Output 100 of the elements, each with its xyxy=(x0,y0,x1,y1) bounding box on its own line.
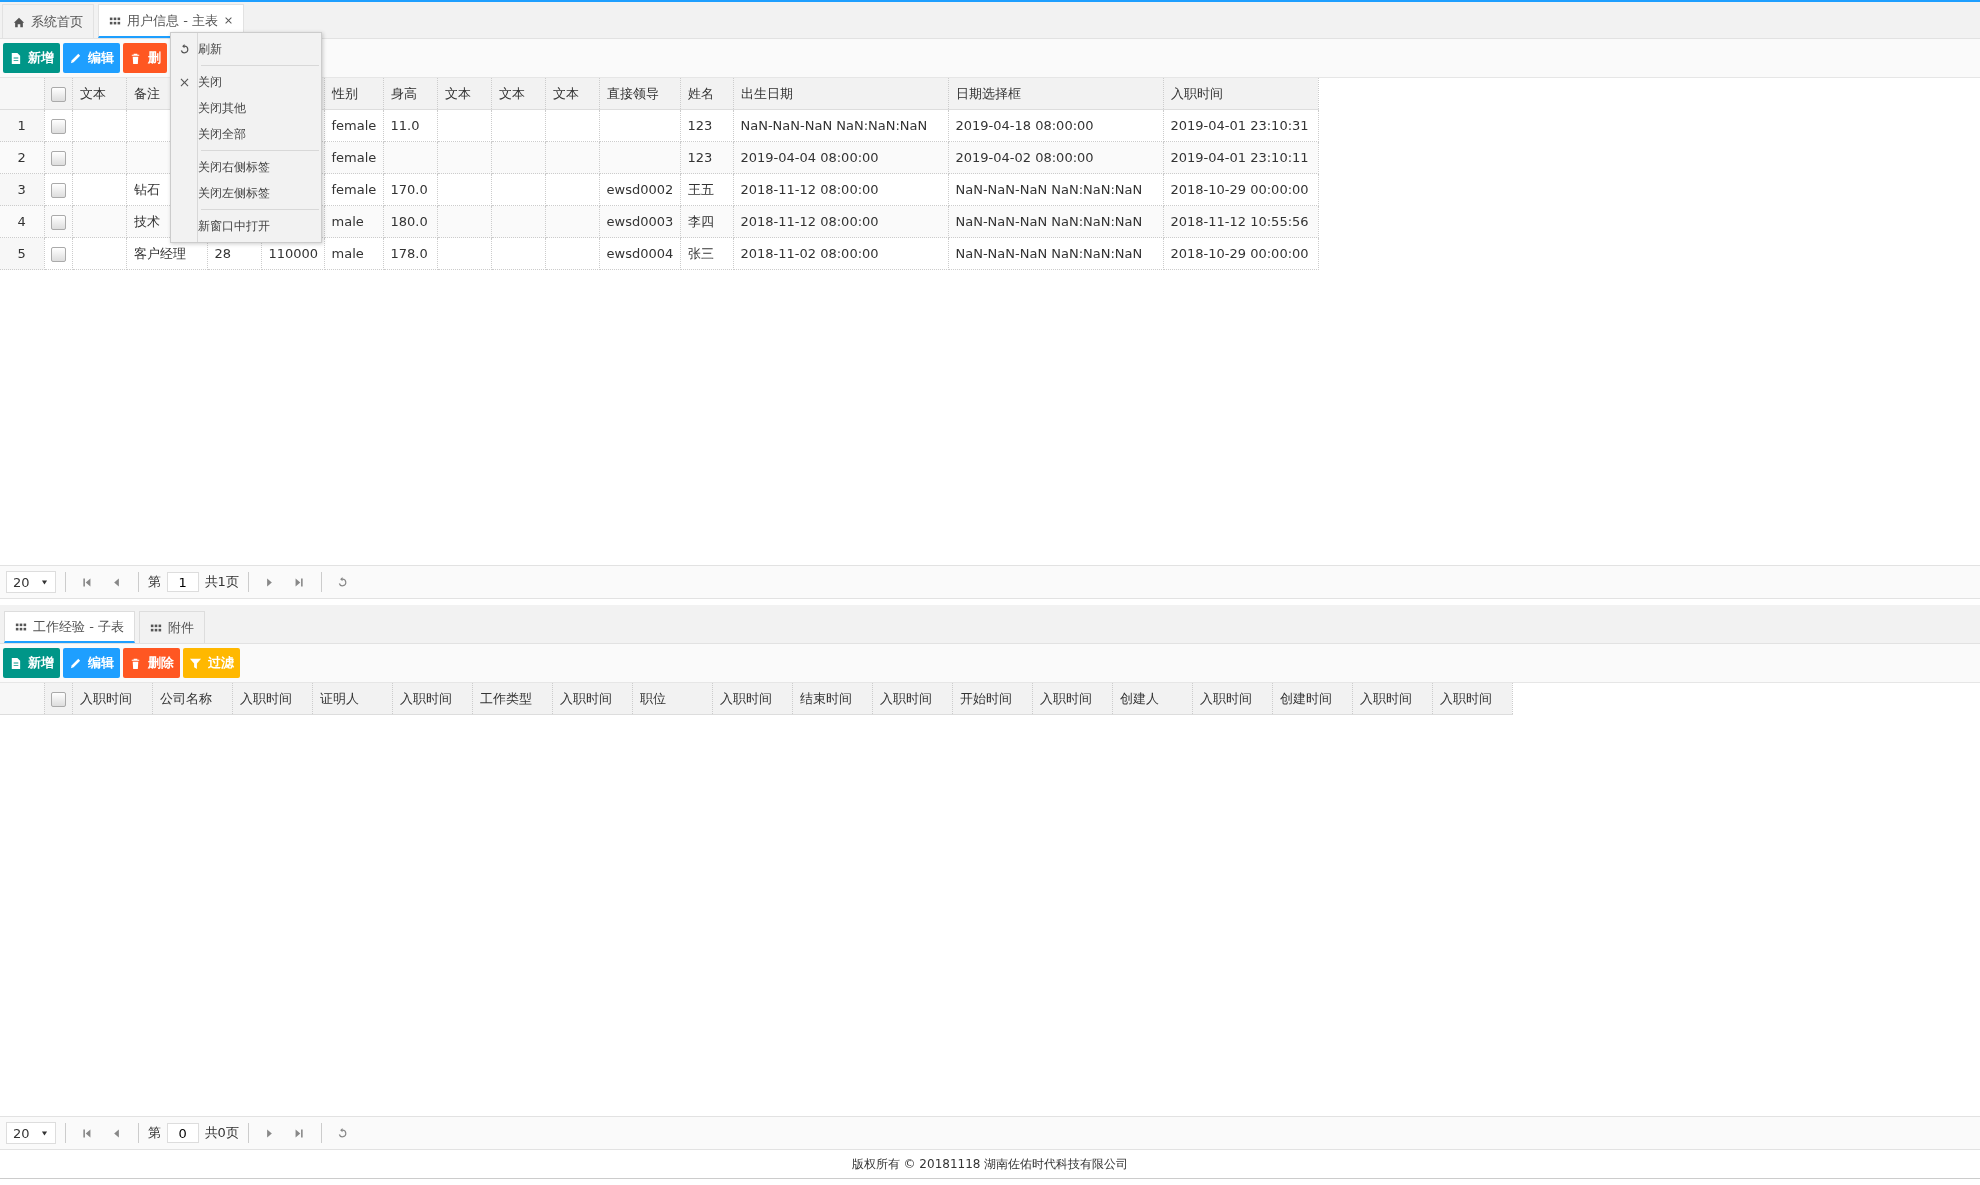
checkbox[interactable] xyxy=(50,86,66,102)
row-number: 1 xyxy=(0,109,44,142)
column-header: 入职时间 xyxy=(232,683,312,715)
table-cell: 2018-11-12 10:55:56 xyxy=(1163,205,1318,238)
column-header: 身高 xyxy=(383,78,437,110)
first-page-icon[interactable] xyxy=(81,1127,93,1139)
column-header: 工作类型 xyxy=(472,683,552,715)
column-header: 入职时间 xyxy=(552,683,632,715)
tab[interactable]: 用户信息 - 主表 xyxy=(98,4,244,38)
column-header: 证明人 xyxy=(312,683,392,715)
page-label: 第 xyxy=(147,573,161,591)
close-icon[interactable] xyxy=(223,16,233,25)
row-number: 5 xyxy=(0,237,44,270)
checkbox[interactable] xyxy=(50,214,66,230)
document-icon xyxy=(9,656,22,670)
filter-icon xyxy=(189,656,202,670)
first-page-icon[interactable] xyxy=(81,576,93,588)
row-number: 3 xyxy=(0,173,44,206)
table-cell: ewsd0004 xyxy=(599,237,680,270)
trash-icon xyxy=(129,51,142,65)
table-cell: 2019-04-02 08:00:00 xyxy=(948,141,1163,174)
column-header: 日期选择框 xyxy=(948,78,1163,110)
last-page-icon[interactable] xyxy=(294,576,306,588)
row-number: 2 xyxy=(0,141,44,174)
table-cell: male xyxy=(324,205,383,238)
toolbar-button[interactable]: 新增 xyxy=(3,648,60,678)
checkbox[interactable] xyxy=(50,118,66,134)
tab[interactable]: 附件 xyxy=(138,611,205,643)
column-header: 直接领导 xyxy=(599,78,680,110)
table-cell: NaN-NaN-NaN NaN:NaN:NaN xyxy=(733,109,948,142)
column-header: 入职时间 xyxy=(392,683,472,715)
refresh-icon[interactable] xyxy=(337,576,349,588)
column-header: 创建人 xyxy=(1112,683,1192,715)
trash-icon xyxy=(129,656,142,670)
column-header: 文本 xyxy=(72,78,126,110)
column-header: 入职时间 xyxy=(1352,683,1432,715)
refresh-icon[interactable] xyxy=(337,1127,349,1139)
column-header: 结束时间 xyxy=(792,683,872,715)
column-header: 入职时间 xyxy=(1432,683,1512,715)
page-size-select[interactable]: 20 xyxy=(6,571,56,593)
table-cell: female xyxy=(324,141,383,174)
column-header: 入职时间 xyxy=(1032,683,1112,715)
column-header: 文本 xyxy=(437,78,491,110)
menu-item[interactable]: 关闭全部 xyxy=(171,121,321,147)
page-total: 共1页 xyxy=(204,573,239,591)
close-icon xyxy=(179,76,190,88)
column-header: 开始时间 xyxy=(952,683,1032,715)
checkbox[interactable] xyxy=(50,150,66,166)
checkbox[interactable] xyxy=(50,691,66,707)
column-header: 入职时间 xyxy=(1192,683,1272,715)
last-page-icon[interactable] xyxy=(294,1127,306,1139)
column-header: 职位 xyxy=(632,683,712,715)
column-header: 文本 xyxy=(491,78,545,110)
table-cell: 2018-10-29 00:00:00 xyxy=(1163,237,1318,270)
checkbox[interactable] xyxy=(50,182,66,198)
column-header: 入职时间 xyxy=(872,683,952,715)
page-input[interactable]: 0 xyxy=(166,1123,199,1143)
document-icon xyxy=(9,51,22,65)
table-cell: 180.0 xyxy=(383,205,437,238)
column-header: 入职时间 xyxy=(72,683,152,715)
toolbar-button[interactable]: 新增 xyxy=(3,43,60,73)
table-cell: 170.0 xyxy=(383,173,437,206)
table-cell: 11.0 xyxy=(383,109,437,142)
page-label: 第 xyxy=(147,1124,161,1142)
table-cell: 2019-04-18 08:00:00 xyxy=(948,109,1163,142)
table-cell: 李四 xyxy=(680,205,733,238)
column-header: 出生日期 xyxy=(733,78,948,110)
table-cell: 王五 xyxy=(680,173,733,206)
table-cell: NaN-NaN-NaN NaN:NaN:NaN xyxy=(948,237,1163,270)
table-cell: 2019-04-01 23:10:31 xyxy=(1163,109,1318,142)
pencil-icon xyxy=(69,51,82,65)
row-number: 4 xyxy=(0,205,44,238)
table-cell: 123 xyxy=(680,141,733,174)
page-input[interactable]: 1 xyxy=(166,572,199,592)
table-cell: 张三 xyxy=(680,237,733,270)
table-cell: male xyxy=(324,237,383,270)
menu-item[interactable]: 刷新 xyxy=(171,36,321,62)
table-cell: 2019-04-01 23:10:11 xyxy=(1163,141,1318,174)
tab[interactable]: 系统首页 xyxy=(2,4,94,38)
table-cell: NaN-NaN-NaN NaN:NaN:NaN xyxy=(948,205,1163,238)
column-header: 姓名 xyxy=(680,78,733,110)
table-cell: 2018-11-12 08:00:00 xyxy=(733,173,948,206)
refresh-icon xyxy=(179,43,190,55)
column-header: 公司名称 xyxy=(152,683,232,715)
checkbox[interactable] xyxy=(50,246,66,262)
table-cell: 2018-10-29 00:00:00 xyxy=(1163,173,1318,206)
tab[interactable]: 工作经验 - 子表 xyxy=(4,611,135,643)
table-cell: NaN-NaN-NaN NaN:NaN:NaN xyxy=(948,173,1163,206)
pencil-icon xyxy=(69,656,82,670)
table-cell: 2018-11-02 08:00:00 xyxy=(733,237,948,270)
column-header: 创建时间 xyxy=(1272,683,1352,715)
column-header: 性别 xyxy=(324,78,383,110)
table-cell: ewsd0002 xyxy=(599,173,680,206)
table-cell: ewsd0003 xyxy=(599,205,680,238)
column-header: 入职时间 xyxy=(712,683,792,715)
page-total: 共0页 xyxy=(204,1124,239,1142)
column-header: 入职时间 xyxy=(1163,78,1318,110)
table-cell: female xyxy=(324,109,383,142)
table-cell: 178.0 xyxy=(383,237,437,270)
page-size-select[interactable]: 20 xyxy=(6,1122,56,1144)
